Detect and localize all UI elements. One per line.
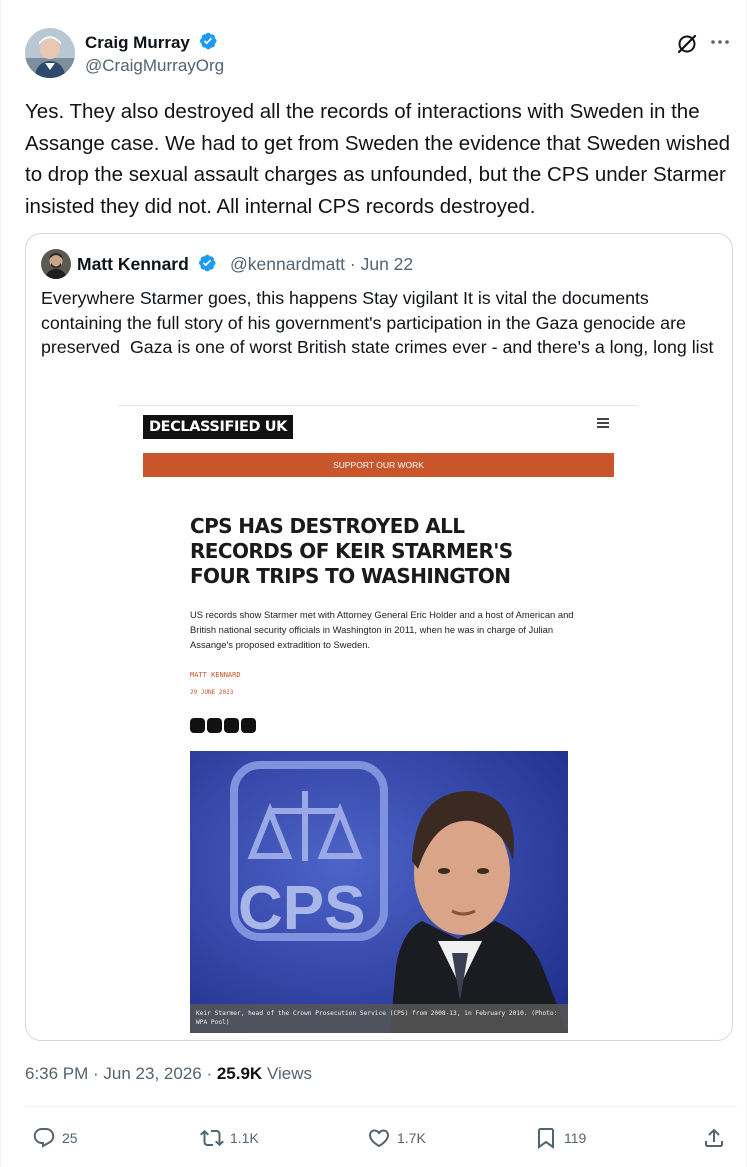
article-photo: CPS Keir Starmer, head of the Crown Pros… bbox=[190, 751, 568, 1033]
meta-separator: · bbox=[345, 254, 361, 274]
article-headline: CPS HAS DESTROYED ALL RECORDS OF KEIR ST… bbox=[190, 514, 513, 588]
whatsapp-icon bbox=[190, 718, 205, 733]
more-options-icon[interactable] bbox=[708, 30, 732, 54]
article-screenshot-image[interactable]: DECLASSIFIED UK SUPPORT OUR WORK CPS HAS… bbox=[118, 405, 638, 1035]
views-label: Views bbox=[262, 1064, 312, 1083]
quoted-date[interactable]: Jun 22 bbox=[361, 254, 414, 274]
repost-button[interactable]: 1.1K bbox=[200, 1125, 259, 1151]
grok-icon[interactable] bbox=[675, 32, 699, 56]
tweet-card: Craig Murray @CraigMurrayOrg Yes. They a… bbox=[0, 0, 747, 1167]
quoted-tweet-text: Everywhere Starmer goes, this happens St… bbox=[41, 288, 714, 357]
article-date: 29 JUNE 2023 bbox=[190, 689, 234, 696]
author-name[interactable]: Craig Murray bbox=[85, 31, 218, 53]
quoted-tweet[interactable]: Matt Kennard @kennardmatt · Jun 22 Every… bbox=[25, 233, 733, 1041]
facebook-icon bbox=[224, 718, 239, 733]
divider bbox=[25, 1106, 737, 1107]
repost-icon bbox=[200, 1129, 224, 1147]
reply-icon bbox=[33, 1128, 55, 1148]
tweet-text: Yes. They also destroyed all the records… bbox=[25, 100, 736, 218]
bookmark-count: 119 bbox=[564, 1130, 587, 1146]
like-count: 1.7K bbox=[397, 1130, 426, 1146]
share-icons bbox=[190, 718, 258, 734]
quoted-author-avatar[interactable] bbox=[41, 249, 71, 279]
article-standfirst: US records show Starmer met with Attorne… bbox=[190, 609, 574, 650]
bookmark-button[interactable]: 119 bbox=[534, 1125, 586, 1151]
bookmark-icon bbox=[538, 1128, 554, 1149]
author-avatar[interactable] bbox=[25, 28, 75, 78]
menu-icon bbox=[597, 418, 609, 428]
quoted-author-handle[interactable]: @kennardmatt bbox=[230, 254, 345, 274]
reply-count: 25 bbox=[62, 1130, 78, 1146]
like-button[interactable]: 1.7K bbox=[367, 1125, 426, 1151]
verified-badge-icon bbox=[198, 254, 216, 272]
tweet-time[interactable]: 6:36 PM · Jun 23, 2026 · bbox=[25, 1064, 217, 1083]
email-icon bbox=[241, 718, 256, 733]
author-name-text: Craig Murray bbox=[85, 33, 190, 52]
photo-caption: Keir Starmer, head of the Crown Prosecut… bbox=[190, 1004, 568, 1033]
share-button[interactable] bbox=[702, 1125, 726, 1151]
share-icon bbox=[705, 1128, 723, 1147]
support-banner: SUPPORT OUR WORK bbox=[143, 453, 614, 477]
quoted-author-name[interactable]: Matt Kennard bbox=[77, 253, 217, 275]
repost-count: 1.1K bbox=[230, 1130, 259, 1146]
article-byline: MATT KENNARD bbox=[190, 671, 241, 679]
declassified-logo: DECLASSIFIED UK bbox=[143, 415, 293, 439]
reply-button[interactable]: 25 bbox=[32, 1125, 78, 1151]
views-count: 25.9K bbox=[216, 1064, 263, 1083]
tweet-timestamp: 6:36 PM · Jun 23, 2026 · 25.9K Views bbox=[25, 1064, 312, 1084]
quoted-meta: @kennardmatt · Jun 22 bbox=[230, 254, 413, 275]
svg-text:CPS: CPS bbox=[238, 874, 365, 943]
author-handle[interactable]: @CraigMurrayOrg bbox=[85, 56, 224, 76]
twitter-icon bbox=[207, 718, 222, 733]
verified-badge-icon bbox=[199, 32, 217, 50]
quoted-author-name-text: Matt Kennard bbox=[77, 254, 189, 274]
heart-icon bbox=[368, 1129, 390, 1148]
